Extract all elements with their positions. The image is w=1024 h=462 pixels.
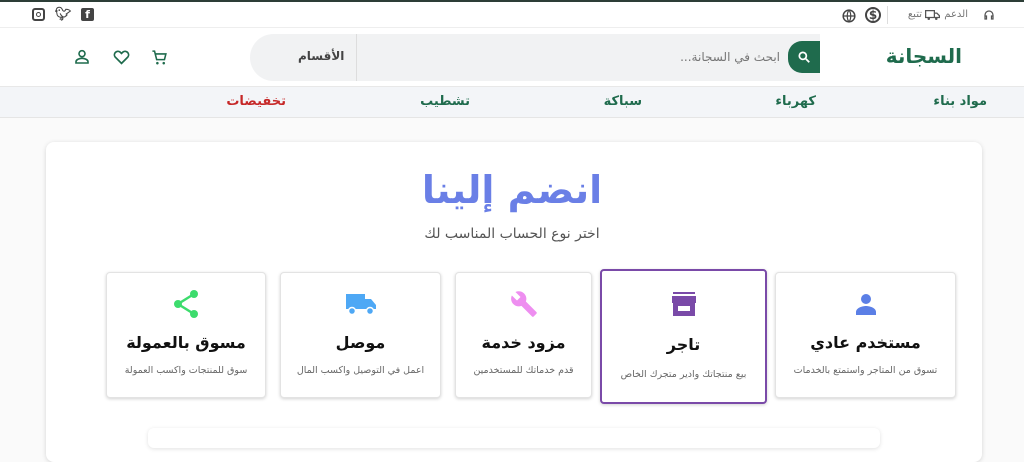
account-type-affiliate-marketer[interactable]: مسوق بالعمولة سوق للمنتجات واكسب العمولة: [106, 272, 266, 398]
card-description: تسوق من المتاجر واستمتع بالخدمات: [793, 365, 938, 376]
card-title: مستخدم عادي: [810, 333, 921, 352]
card-title: موصل: [335, 333, 386, 352]
card-title: مزود خدمة: [481, 333, 566, 352]
account-type-merchant[interactable]: تاجر بيع منتجاتك وادير متجرك الخاص: [600, 269, 767, 404]
headset-icon: [982, 8, 996, 22]
category-nav: مواد بناء كهرباء سباكة تشطيب تخفيضات: [0, 87, 1024, 118]
search-input[interactable]: [360, 40, 780, 74]
globe-icon[interactable]: [841, 8, 856, 23]
twitter-icon[interactable]: 🐦︎: [55, 7, 72, 22]
account-type-regular-user[interactable]: مستخدم عادي تسوق من المتاجر واستمتع بالخ…: [775, 272, 956, 398]
account-type-delivery[interactable]: موصل اعمل في التوصيل واكسب المال: [280, 272, 441, 398]
share-icon: [107, 287, 265, 321]
nav-discounts[interactable]: تخفيضات: [226, 94, 286, 109]
nav-plumbing[interactable]: سباكة: [604, 94, 642, 109]
card-description: سوق للمنتجات واكسب العمولة: [124, 365, 248, 376]
nav-building-materials[interactable]: مواد بناء: [933, 94, 987, 109]
page-title: انضم إلينا: [421, 168, 603, 212]
user-icon: [776, 287, 955, 321]
form-panel: [148, 428, 880, 448]
card-title: مسوق بالعمولة: [126, 333, 246, 352]
facebook-icon[interactable]: f: [81, 8, 94, 21]
nav-electricity[interactable]: كهرباء: [775, 94, 816, 109]
heart-icon[interactable]: [112, 48, 130, 66]
account-type-service-provider[interactable]: مزود خدمة قدم خدماتك للمستخدمين: [455, 272, 592, 398]
categories-label: الأقسام: [298, 49, 345, 63]
card-description: بيع منتجاتك وادير متجرك الخاص: [620, 369, 747, 380]
store-icon: [602, 287, 765, 321]
page-subtitle: اختر نوع الحساب المناسب لك: [424, 226, 600, 242]
card-title: تاجر: [666, 335, 701, 354]
card-description: اعمل في التوصيل واكسب المال: [296, 365, 425, 376]
cart-icon[interactable]: [150, 48, 168, 66]
search-bar: الأقسام: [250, 34, 820, 81]
search-button[interactable]: [788, 41, 820, 73]
truck-icon: [281, 287, 440, 321]
truck-icon: [924, 8, 940, 22]
track-link[interactable]: تتبع: [908, 9, 922, 20]
categories-dropdown[interactable]: الأقسام: [298, 49, 344, 63]
user-account-icon[interactable]: [73, 48, 91, 66]
currency-icon[interactable]: $: [865, 7, 881, 23]
logo[interactable]: السجانة: [886, 44, 962, 68]
instagram-icon[interactable]: [32, 8, 45, 21]
top-bar: الدعم تتبع $ 🐦︎ f: [0, 0, 1024, 28]
support-link[interactable]: الدعم: [944, 9, 968, 20]
wrench-icon: [456, 287, 591, 321]
card-description: قدم خدماتك للمستخدمين: [473, 365, 574, 376]
header: السجانة الأقسام: [0, 28, 1024, 87]
nav-finishing[interactable]: تشطيب: [420, 94, 470, 109]
